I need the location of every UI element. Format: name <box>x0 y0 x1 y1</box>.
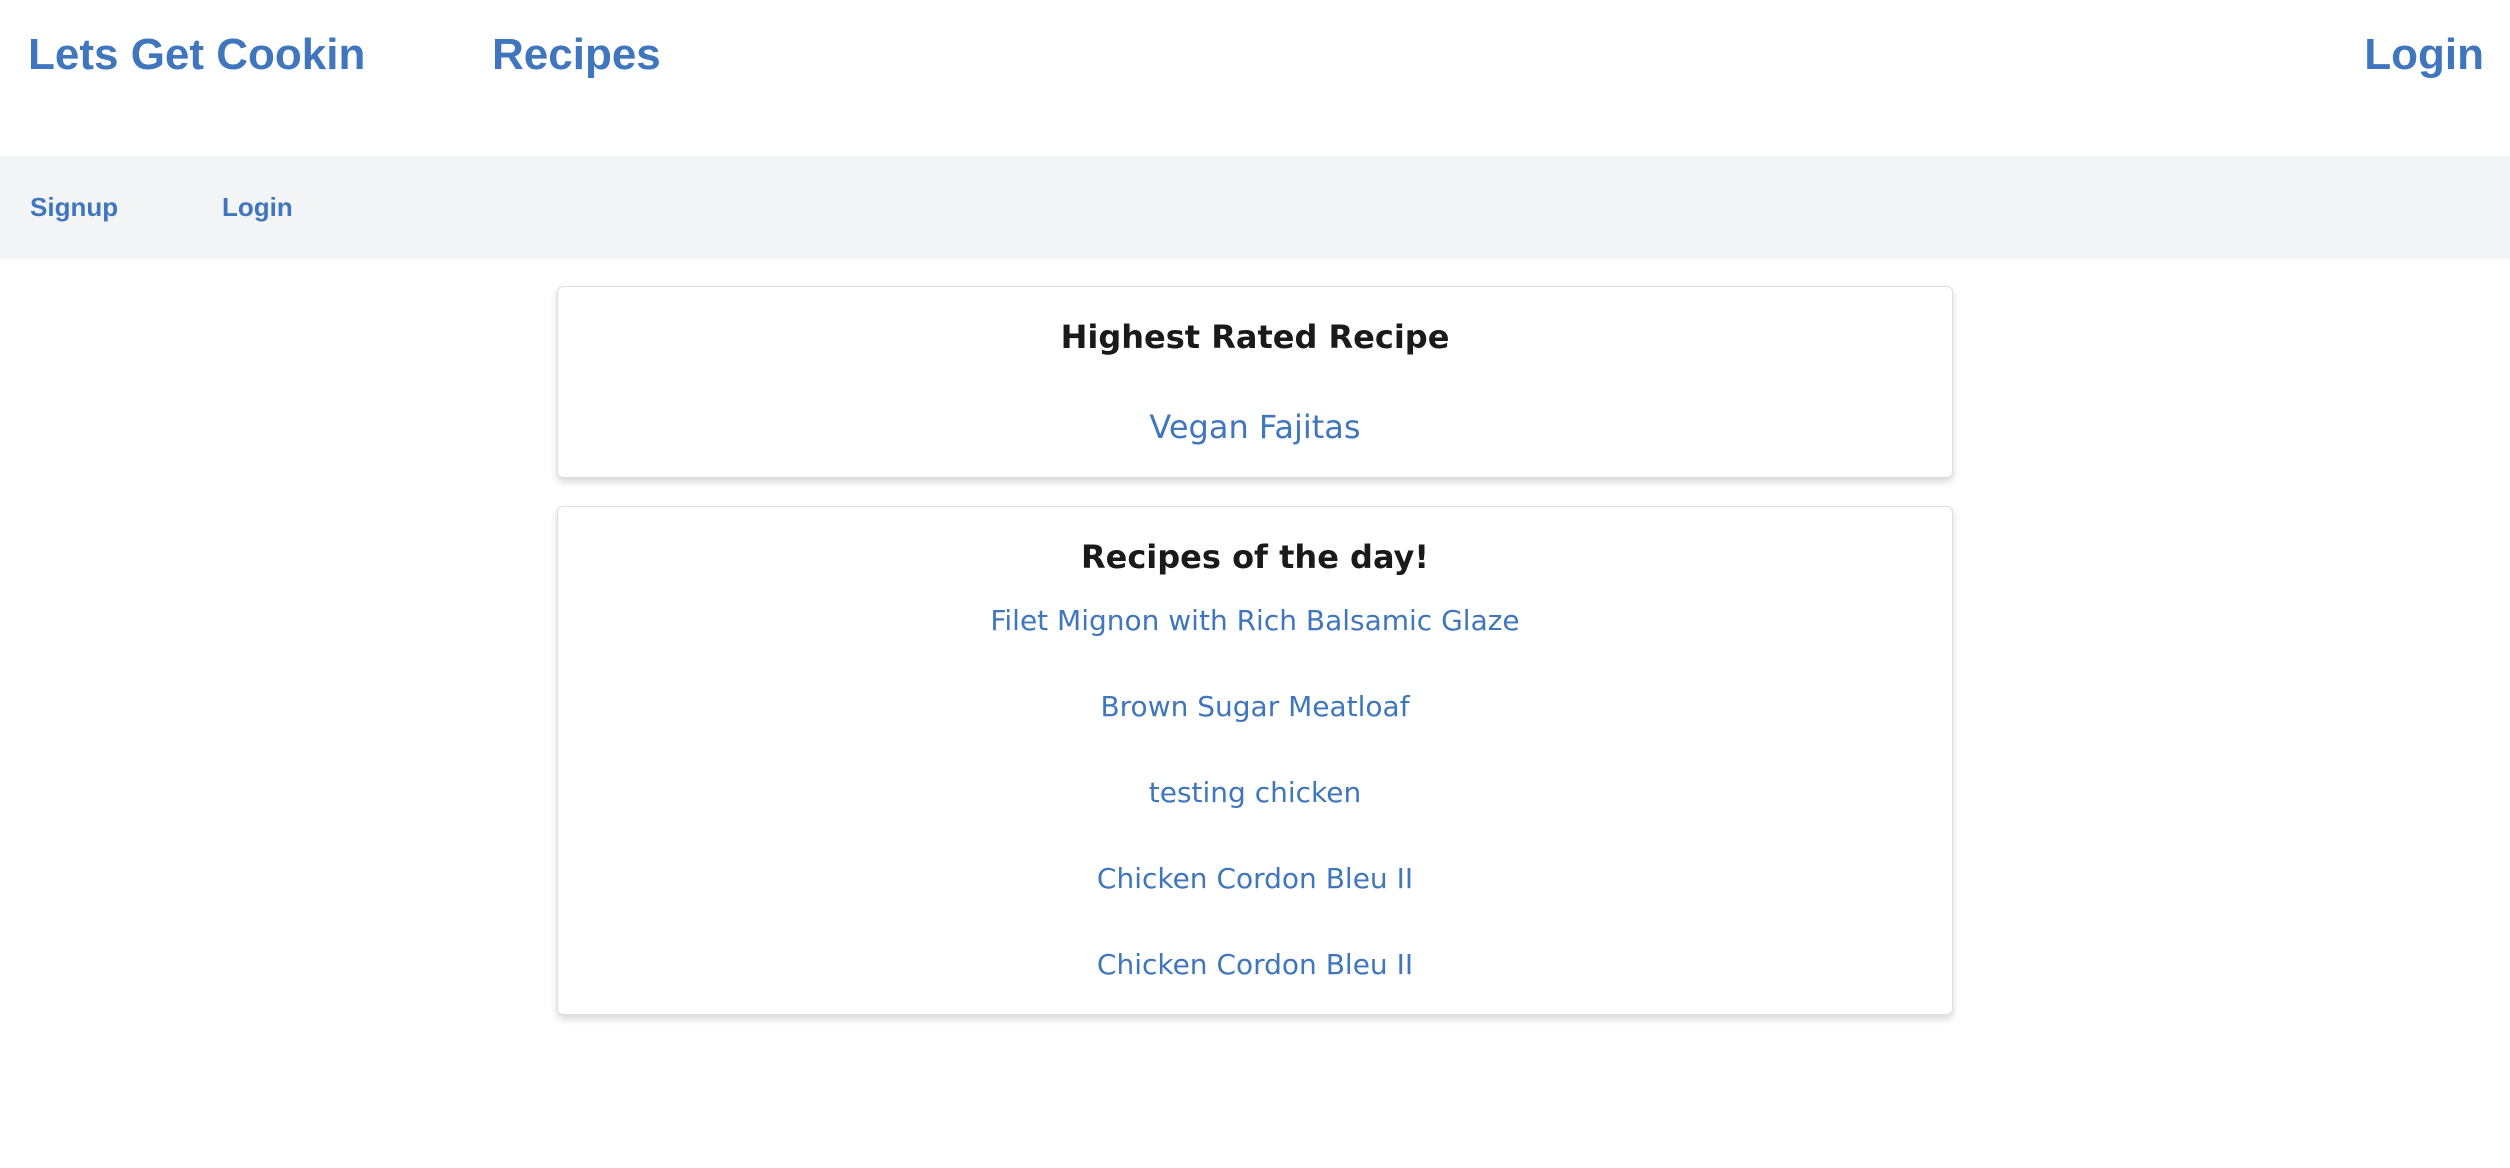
recipe-link[interactable]: Chicken Cordon Bleu II <box>1097 948 1413 981</box>
recipe-link[interactable]: testing chicken <box>1149 776 1361 809</box>
recipes-of-day-title: Recipes of the day! <box>1080 538 1429 576</box>
recipes-of-day-card: Recipes of the day! Filet Mignon with Ri… <box>557 506 1953 1015</box>
recipes-of-day-list: Filet Mignon with Rich Balsamic Glaze Br… <box>558 606 1952 1036</box>
list-item: testing chicken <box>558 778 1952 864</box>
list-item: Filet Mignon with Rich Balsamic Glaze <box>558 606 1952 692</box>
brand-link[interactable]: Lets Get Cookin <box>28 30 365 80</box>
nav-login-link[interactable]: Login <box>2364 30 2484 80</box>
signup-link[interactable]: Signup <box>30 192 118 223</box>
list-item: Brown Sugar Meatloaf <box>558 692 1952 778</box>
highest-rated-card: Highest Rated Recipe Vegan Fajitas <box>557 286 1953 478</box>
recipe-link[interactable]: Brown Sugar Meatloaf <box>1100 690 1409 723</box>
recipe-link[interactable]: Filet Mignon with Rich Balsamic Glaze <box>990 604 1519 637</box>
recipe-link[interactable]: Chicken Cordon Bleu II <box>1097 862 1413 895</box>
list-item: Chicken Cordon Bleu II <box>558 950 1952 1036</box>
sub-login-link[interactable]: Login <box>222 192 293 223</box>
list-item: Chicken Cordon Bleu II <box>558 864 1952 950</box>
highest-rated-recipe-link[interactable]: Vegan Fajitas <box>1149 408 1360 446</box>
top-navbar: Lets Get Cookin Recipes Login <box>0 0 2510 156</box>
sub-navbar: Signup Login <box>0 156 2510 259</box>
highest-rated-title: Highest Rated Recipe <box>1060 318 1450 356</box>
nav-recipes-link[interactable]: Recipes <box>492 30 661 80</box>
